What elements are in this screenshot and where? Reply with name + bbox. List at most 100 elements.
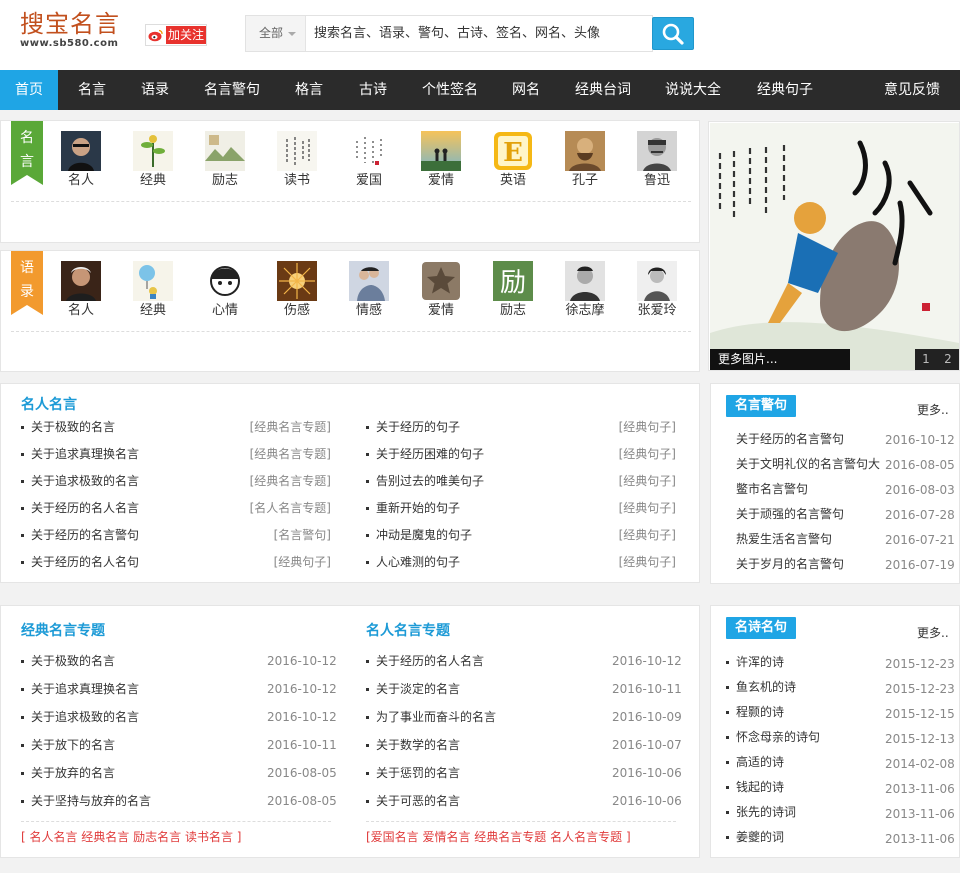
list-item[interactable]: 姜夔的词 (725, 828, 784, 846)
nav-jingdian-juzi[interactable]: 经典句子 (748, 70, 822, 110)
list-item[interactable]: 关于岁月的名言警句 (736, 555, 884, 573)
category-qinggan[interactable]: 情感 (337, 261, 401, 321)
list-item[interactable]: 关于追求真理换名言 (20, 445, 139, 463)
carousel-page-2[interactable]: 2 (937, 349, 959, 370)
list-item[interactable]: 关于极致的名言 (20, 652, 115, 670)
topic-links[interactable]: [ 名人名言 经典名言 励志名言 读书名言 ] (21, 829, 241, 845)
list-item[interactable]: 关于经历的名言警句 (20, 526, 139, 544)
list-item[interactable]: 关于经历的名人名句 (20, 553, 139, 571)
category-lizhi[interactable]: 励 励志 (481, 261, 545, 321)
list-item[interactable]: 程颢的诗 (725, 703, 784, 721)
list-item[interactable]: 怀念母亲的诗句 (725, 728, 820, 746)
nav-yulu[interactable]: 语录 (126, 70, 184, 110)
list-item[interactable]: 人心难测的句子 (365, 553, 460, 571)
list-item[interactable]: 关于淡定的名言 (365, 680, 460, 698)
list-item[interactable]: 鱼玄机的诗 (725, 678, 796, 696)
category-aiqing[interactable]: 爱情 (409, 131, 473, 191)
category-zhangailing[interactable]: 张爱玲 (625, 261, 689, 321)
search-input[interactable]: 搜索名言、语录、警句、古诗、签名、网名、头像 (314, 16, 644, 51)
item-category-tag[interactable]: [经典名言专题] (250, 472, 331, 490)
list-item[interactable]: 关于顽强的名言警句 (736, 505, 884, 523)
list-item[interactable]: 高适的诗 (725, 753, 784, 771)
list-item[interactable]: 许浑的诗 (725, 653, 784, 671)
section-title[interactable]: 名人名言专题 (366, 620, 450, 640)
list-item[interactable]: 关于极致的名言 (20, 418, 115, 436)
item-category-tag[interactable]: [经典名言专题] (250, 418, 331, 436)
section-title[interactable]: 名人名言 (21, 394, 77, 414)
nav-gushi[interactable]: 古诗 (346, 70, 400, 110)
item-category-tag[interactable]: [经典句子] (619, 472, 676, 490)
category-xuzhimo[interactable]: 徐志摩 (553, 261, 617, 321)
more-link[interactable]: 更多.. (917, 624, 949, 641)
list-item[interactable]: 告别过去的唯美句子 (365, 472, 484, 490)
item-category-tag[interactable]: [名言警句] (274, 526, 331, 544)
banner-caption[interactable]: 更多图片... (710, 349, 850, 370)
nav-home[interactable]: 首页 (0, 70, 58, 110)
nav-jingdian-taici[interactable]: 经典台词 (566, 70, 640, 110)
list-item[interactable]: 钱起的诗 (725, 778, 784, 796)
nav-shuoshuo[interactable]: 说说大全 (656, 70, 730, 110)
list-item[interactable]: 关于经历的名言警句 (736, 430, 884, 448)
section-tag[interactable]: 名言警句 (726, 395, 796, 417)
category-mingren[interactable]: 名人 (49, 131, 113, 191)
list-item[interactable]: 关于经历的名人名言 (20, 499, 139, 517)
category-aiqing[interactable]: 爱情 (409, 261, 473, 321)
star-icon (422, 262, 460, 300)
item-category-tag[interactable]: [经典名言专题] (250, 445, 331, 463)
nav-feedback[interactable]: 意见反馈 (876, 70, 948, 110)
section-tag[interactable]: 名诗名句 (726, 617, 796, 639)
category-yingyu[interactable]: E 英语 (481, 131, 545, 191)
nav-wangming[interactable]: 网名 (500, 70, 552, 110)
carousel-page-1[interactable]: 1 (915, 349, 937, 370)
item-category-tag[interactable]: [经典句子] (619, 526, 676, 544)
category-lizhi[interactable]: 励志 (193, 131, 257, 191)
list-item[interactable]: 为了事业而奋斗的名言 (365, 708, 496, 726)
category-shanggan[interactable]: 伤感 (265, 261, 329, 321)
list-item[interactable]: 重新开始的句子 (365, 499, 460, 517)
list-item[interactable]: 关于文明礼仪的名言警句大 (736, 455, 884, 473)
list-item[interactable]: 关于可恶的名言 (365, 792, 460, 810)
list-item[interactable]: 关于经历的句子 (365, 418, 460, 436)
list-item[interactable]: 关于经历的名人名言 (365, 652, 484, 670)
section-title[interactable]: 经典名言专题 (21, 620, 105, 640)
list-item[interactable]: 热爱生活名言警句 (736, 530, 884, 548)
nav-mingyan-jingju[interactable]: 名言警句 (196, 70, 268, 110)
list-item[interactable]: 关于坚持与放弃的名言 (20, 792, 151, 810)
more-link[interactable]: 更多.. (917, 401, 949, 418)
banner-image[interactable] (710, 123, 959, 370)
list-item[interactable]: 关于放弃的名言 (20, 764, 115, 782)
category-xinqing[interactable]: 心情 (193, 261, 257, 321)
nav-mingyan[interactable]: 名言 (62, 70, 122, 110)
list-item[interactable]: 关于追求极致的名言 (20, 708, 139, 726)
topic-links[interactable]: [爱国名言 爱情名言 经典名言专题 名人名言专题 ] (366, 829, 631, 845)
category-dushu[interactable]: 读书 (265, 131, 329, 191)
item-category-tag[interactable]: [经典句子] (274, 553, 331, 571)
list-item[interactable]: 张先的诗词 (725, 803, 796, 821)
category-kongzi[interactable]: 孔子 (553, 131, 617, 191)
category-aiguo[interactable]: 爱国 (337, 131, 401, 191)
site-logo[interactable]: 搜宝名言 www.sb580.com (20, 10, 130, 50)
search-scope-select[interactable]: 全部 (246, 16, 306, 51)
category-luxun[interactable]: 鲁迅 (625, 131, 689, 191)
list-item[interactable]: 关于惩罚的名言 (365, 764, 460, 782)
category-jingdian[interactable]: 经典 (121, 131, 185, 191)
category-mingren[interactable]: 名人 (49, 261, 113, 321)
item-category-tag[interactable]: [名人名言专题] (250, 499, 331, 517)
item-category-tag[interactable]: [经典句子] (619, 553, 676, 571)
list-item[interactable]: 关于经历困难的句子 (365, 445, 484, 463)
list-item[interactable]: 冲动是魔鬼的句子 (365, 526, 472, 544)
weibo-follow-button[interactable]: 加关注 (145, 24, 207, 46)
image-carousel[interactable]: 更多图片... 1 2 (708, 121, 960, 371)
list-item[interactable]: 关于数学的名言 (365, 736, 460, 754)
list-item[interactable]: 关于追求真理换名言 (20, 680, 139, 698)
category-jingdian[interactable]: 经典 (121, 261, 185, 321)
nav-geyan[interactable]: 格言 (282, 70, 336, 110)
item-category-tag[interactable]: [经典句子] (619, 418, 676, 436)
nav-gexing-qianming[interactable]: 个性签名 (414, 70, 486, 110)
item-category-tag[interactable]: [经典句子] (619, 499, 676, 517)
list-item[interactable]: 鳖市名言警句 (736, 480, 884, 498)
list-item[interactable]: 关于追求极致的名言 (20, 472, 139, 490)
search-button[interactable] (652, 17, 694, 50)
item-category-tag[interactable]: [经典句子] (619, 445, 676, 463)
list-item[interactable]: 关于放下的名言 (20, 736, 115, 754)
